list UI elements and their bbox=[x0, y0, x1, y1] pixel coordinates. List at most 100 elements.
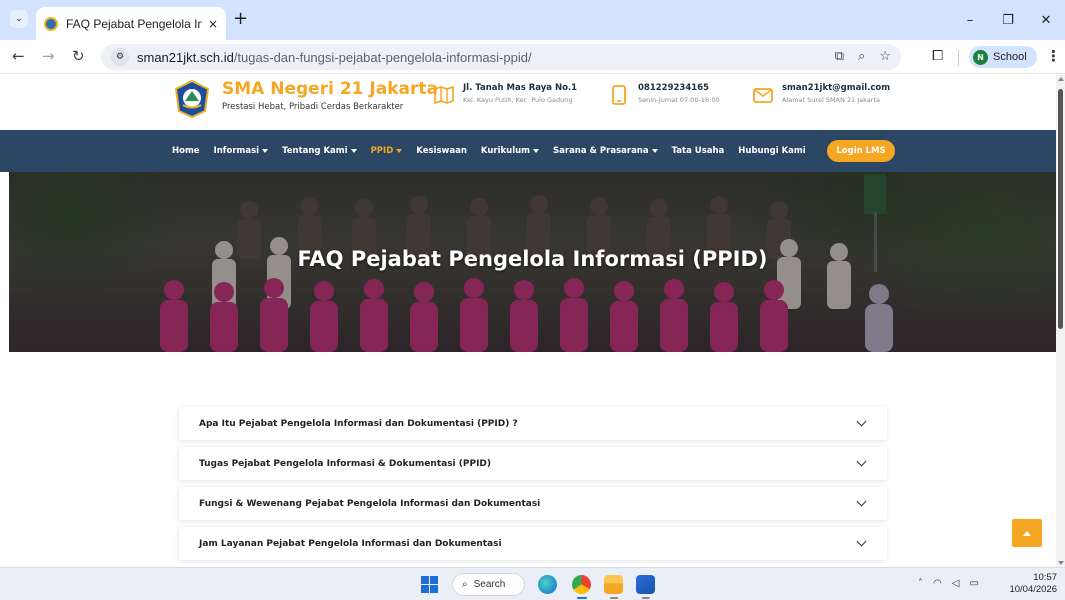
store-app-icon[interactable] bbox=[636, 575, 655, 594]
taskbar-search[interactable]: ⌕ Search bbox=[452, 573, 525, 596]
bookmark-star-icon[interactable]: ☆ bbox=[879, 49, 891, 64]
email-title[interactable]: sman21jkt@gmail.com bbox=[782, 83, 890, 93]
email-sub: Alamat Surel SMAN 21 Jakarta bbox=[782, 96, 880, 104]
nav-item-ppid[interactable]: PPID bbox=[371, 146, 403, 156]
tab-search-menu-button[interactable]: ⌄ bbox=[10, 10, 28, 28]
battery-icon[interactable]: ▭ bbox=[969, 578, 978, 589]
restore-button[interactable]: ❐ bbox=[989, 13, 1027, 28]
faq-item[interactable]: Apa Itu Pejabat Pengelola Informasi dan … bbox=[179, 407, 887, 440]
taskbar-clock[interactable]: 10:57 10/04/2026 bbox=[1005, 572, 1057, 596]
search-icon: ⌕ bbox=[462, 579, 468, 590]
brand[interactable]: SMA Negeri 21 Jakarta Prestasi Hebat, Pr… bbox=[222, 79, 438, 112]
nav-item-kurikulum[interactable]: Kurikulum bbox=[481, 146, 540, 156]
school-logo-icon[interactable] bbox=[172, 79, 212, 119]
browser-tab-active[interactable]: FAQ Pejabat Pengelola Informasi × bbox=[36, 7, 226, 40]
address-info: Jl. Tanah Mas Raya No.1 Kel. Kayu Putih,… bbox=[433, 83, 577, 106]
url-text: sman21jkt.sch.id/tugas-dan-fungsi-pejaba… bbox=[137, 50, 532, 65]
faq-question: Fungsi & Wewenang Pejabat Pengelola Info… bbox=[199, 498, 541, 509]
email-info: sman21jkt@gmail.com Alamat Surel SMAN 21… bbox=[752, 83, 890, 106]
site-tagline: Prestasi Hebat, Pribadi Cerdas Berkarakt… bbox=[222, 102, 404, 112]
omnibox-actions: ⧉ ⌕ ☆ bbox=[835, 49, 891, 64]
profile-button[interactable]: N School bbox=[969, 46, 1037, 68]
nav-item-tentang-kami[interactable]: Tentang Kami bbox=[282, 146, 357, 156]
address-title: Jl. Tanah Mas Raya No.1 bbox=[463, 83, 578, 93]
taskbar-search-label: Search bbox=[473, 579, 506, 590]
hero-banner: FAQ Pejabat Pengelola Informasi (PPID) bbox=[9, 172, 1056, 352]
nav-menu: Home Informasi Tentang Kami PPID Kesiswa… bbox=[172, 130, 820, 172]
edge-browser-icon[interactable] bbox=[538, 575, 557, 594]
browser-tab-strip: ⌄ FAQ Pejabat Pengelola Informasi × + – … bbox=[0, 0, 1065, 40]
page-scrollbar[interactable] bbox=[1056, 75, 1065, 567]
caret-down-icon bbox=[533, 148, 540, 153]
nav-item-sarana-prasarana[interactable]: Sarana & Prasarana bbox=[553, 146, 658, 156]
caret-down-icon bbox=[651, 148, 658, 153]
minimize-button[interactable]: – bbox=[951, 13, 989, 28]
url-path: /tugas-dan-fungsi-pejabat-pengelola-info… bbox=[233, 49, 532, 65]
chevron-down-icon bbox=[856, 496, 867, 507]
faq-question: Jam Layanan Pejabat Pengelola Informasi … bbox=[199, 538, 502, 549]
page-title: FAQ Pejabat Pengelola Informasi (PPID) bbox=[297, 247, 768, 271]
window-controls: – ❐ ✕ bbox=[951, 0, 1065, 40]
main-navbar: Home Informasi Tentang Kami PPID Kesiswa… bbox=[0, 130, 1056, 172]
faq-item[interactable]: Jam Layanan Pejabat Pengelola Informasi … bbox=[179, 527, 887, 560]
faq-item[interactable]: Fungsi & Wewenang Pejabat Pengelola Info… bbox=[179, 487, 887, 520]
back-to-top-button[interactable] bbox=[1012, 519, 1042, 547]
running-app-indicator bbox=[642, 597, 650, 599]
zoom-icon[interactable]: ⌕ bbox=[858, 49, 865, 64]
windows-start-icon[interactable] bbox=[421, 576, 438, 593]
faq-accordion: Apa Itu Pejabat Pengelola Informasi dan … bbox=[179, 407, 887, 567]
scroll-up-arrow-icon[interactable] bbox=[1058, 77, 1064, 81]
tab-close-icon[interactable]: × bbox=[208, 17, 218, 31]
phone-sub: Senin-Jumat 07:00-16:00 bbox=[638, 96, 720, 104]
tray-overflow-chevron-icon[interactable]: ˄ bbox=[918, 578, 923, 589]
nav-item-informasi[interactable]: Informasi bbox=[214, 146, 269, 156]
clock-time: 10:57 bbox=[1033, 572, 1057, 583]
url-host: sman21jkt.sch.id bbox=[137, 49, 234, 65]
nav-item-tata-usaha[interactable]: Tata Usaha bbox=[672, 146, 725, 156]
clock-date: 10/04/2026 bbox=[1009, 584, 1057, 595]
wifi-icon[interactable]: ◠ bbox=[933, 578, 942, 589]
chrome-browser-icon[interactable] bbox=[572, 575, 591, 594]
mail-icon bbox=[753, 88, 773, 103]
caret-down-icon bbox=[262, 148, 269, 153]
volume-icon[interactable]: ◁ bbox=[952, 578, 960, 589]
scroll-down-arrow-icon[interactable] bbox=[1058, 561, 1064, 565]
translate-icon[interactable]: ⧉ bbox=[835, 49, 844, 64]
back-arrow-icon[interactable]: ← bbox=[12, 48, 25, 64]
windows-taskbar: ⌕ Search ˄ ◠ ◁ ▭ 10:57 10/04/2026 bbox=[0, 567, 1065, 600]
browser-toolbar: ← → ↻ ⚙ sman21jkt.sch.id/tugas-dan-fungs… bbox=[0, 40, 1065, 74]
faq-item[interactable]: Tugas Pejabat Pengelola Informasi & Doku… bbox=[179, 447, 887, 480]
phone-title[interactable]: 081229234165 bbox=[638, 83, 720, 93]
login-lms-button[interactable]: Login LMS bbox=[827, 140, 895, 162]
chevron-down-icon bbox=[856, 416, 867, 427]
arrow-up-icon bbox=[1023, 530, 1031, 536]
system-tray: ˄ ◠ ◁ ▭ bbox=[918, 578, 979, 589]
address-bar[interactable]: ⚙ sman21jkt.sch.id/tugas-dan-fungsi-peja… bbox=[101, 44, 901, 70]
profile-avatar: N bbox=[973, 49, 988, 65]
toolbar-divider bbox=[958, 50, 959, 66]
reload-icon[interactable]: ↻ bbox=[72, 48, 85, 64]
site-name: SMA Negeri 21 Jakarta bbox=[222, 79, 438, 99]
nav-item-hubungi-kami[interactable]: Hubungi Kami bbox=[738, 146, 805, 156]
scroll-thumb[interactable] bbox=[1058, 89, 1063, 329]
site-info-icon[interactable]: ⚙ bbox=[111, 48, 129, 66]
file-explorer-icon[interactable] bbox=[604, 575, 623, 594]
page-viewport: SMA Negeri 21 Jakarta Prestasi Hebat, Pr… bbox=[0, 75, 1065, 567]
forward-arrow-icon[interactable]: → bbox=[42, 48, 55, 64]
active-app-indicator bbox=[577, 597, 587, 599]
site-favicon-icon bbox=[44, 16, 58, 31]
browser-menu-icon[interactable]: ⋮ bbox=[1046, 47, 1061, 65]
close-window-button[interactable]: ✕ bbox=[1027, 13, 1065, 28]
new-tab-button[interactable]: + bbox=[233, 10, 248, 28]
profile-label: School bbox=[993, 51, 1027, 63]
phone-info: 081229234165 Senin-Jumat 07:00-16:00 bbox=[608, 83, 720, 106]
chevron-down-icon bbox=[856, 536, 867, 547]
address-sub: Kel. Kayu Putih, Kec. Pulo Gadung bbox=[463, 96, 573, 104]
faq-question: Tugas Pejabat Pengelola Informasi & Doku… bbox=[199, 458, 492, 469]
phone-icon bbox=[612, 85, 626, 105]
caret-down-icon bbox=[396, 148, 403, 153]
nav-item-kesiswaan[interactable]: Kesiswaan bbox=[416, 146, 467, 156]
nav-item-home[interactable]: Home bbox=[172, 146, 200, 156]
extensions-puzzle-icon[interactable]: ⧠ bbox=[932, 48, 943, 64]
map-icon bbox=[434, 85, 454, 105]
